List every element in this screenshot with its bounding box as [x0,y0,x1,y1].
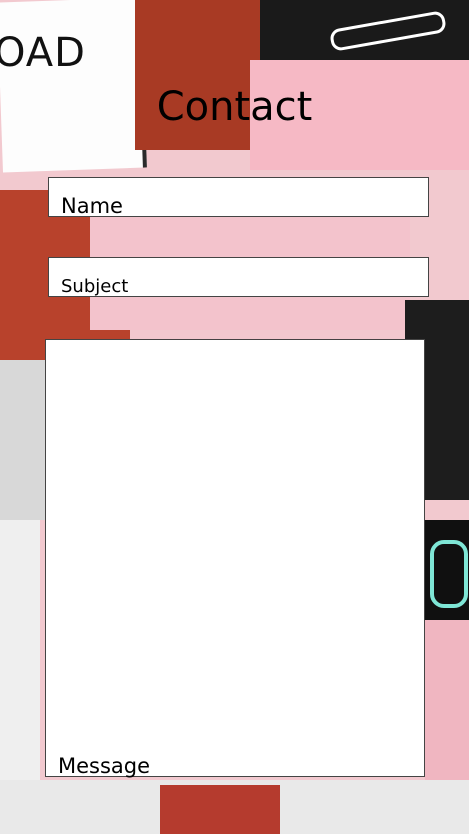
subject-field[interactable]: Subject [48,257,429,297]
subject-label: Subject [61,276,129,297]
background-sign-text: OAD [0,30,86,76]
message-field[interactable]: Message [45,339,425,778]
page-title: Contact [156,84,313,130]
message-label: Message [58,754,151,778]
name-field[interactable]: Name [48,177,429,218]
name-label: Name [61,194,123,218]
